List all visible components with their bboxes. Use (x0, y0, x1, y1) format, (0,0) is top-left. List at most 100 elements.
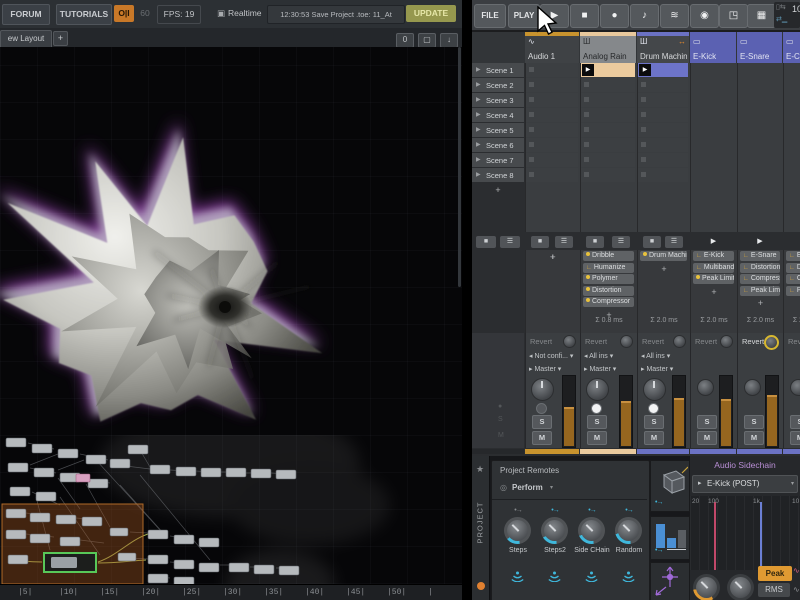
clip-slot[interactable] (581, 108, 635, 122)
clip-slot[interactable] (638, 138, 688, 152)
solo-button[interactable]: S (697, 415, 717, 429)
clip-slot[interactable]: ▶ (581, 63, 635, 77)
scene-row-3[interactable]: ▶Scene 3 (472, 93, 524, 107)
solo-button[interactable]: S (744, 415, 764, 429)
track-header-analog-rain[interactable]: ШAnalog Rain (580, 32, 636, 63)
clip-slot[interactable] (691, 168, 735, 182)
volume-fader[interactable] (562, 375, 576, 448)
mapping-target-icon[interactable] (548, 569, 561, 587)
forum-tab[interactable]: FORUM (2, 4, 50, 25)
peak-mode-button[interactable]: Peak (758, 566, 792, 581)
remote-knob-steps[interactable] (504, 517, 531, 544)
track-header-e-kick[interactable]: ▭E-Kick (690, 32, 736, 63)
volume-fader[interactable] (719, 375, 733, 448)
tempo-display[interactable]: ▯⇆ ⇄▁ 10 (774, 2, 800, 28)
record-arm-button[interactable] (591, 403, 602, 414)
device-type-icon[interactable]: ∟ (789, 288, 795, 294)
device-chip[interactable]: ∟E-Clap (786, 251, 800, 261)
modulator-steps-box[interactable]: •→ (650, 516, 690, 560)
device-chip[interactable]: ∟Distortion (740, 263, 780, 273)
clip-slot[interactable] (738, 123, 781, 137)
add-layout-button[interactable]: + (53, 31, 68, 46)
device-chip[interactable]: ∟Compressor (740, 274, 780, 284)
volume-fader[interactable] (672, 375, 686, 448)
clip-slot[interactable] (581, 93, 635, 107)
update-button[interactable]: UPDATE (406, 5, 456, 22)
volume-fader[interactable] (765, 375, 779, 448)
scene-row-5[interactable]: ▶Scene 5 (472, 123, 524, 137)
mute-button[interactable]: M (697, 431, 717, 445)
revert-sends-label[interactable]: Revert (642, 337, 664, 346)
clip-slot[interactable] (738, 168, 781, 182)
selected-green-node[interactable] (44, 553, 96, 572)
pan-knob[interactable] (531, 378, 554, 401)
clip-slot[interactable] (526, 63, 578, 77)
device-type-icon[interactable]: ∟ (696, 265, 702, 271)
selected-pink-node[interactable] (76, 474, 90, 482)
device-enable-dot[interactable] (643, 252, 647, 256)
sends-knob[interactable] (620, 335, 633, 348)
clip-slot[interactable] (784, 138, 800, 152)
scene-play-icon[interactable]: ▶ (476, 111, 481, 118)
controllers-button[interactable]: ◉ (690, 4, 719, 28)
revert-sends-label[interactable]: Revert (695, 337, 717, 346)
scene-row-1[interactable]: ▶Scene 1 (472, 63, 524, 77)
device-type-icon[interactable]: ∟ (696, 253, 702, 259)
scene-row-2[interactable]: ▶Scene 2 (472, 78, 524, 92)
pane-dock-button[interactable]: ↓ (440, 33, 458, 48)
clip-stop-button[interactable]: ■ (643, 236, 661, 248)
clip-slot[interactable] (784, 123, 800, 137)
clip-slot[interactable] (581, 153, 635, 167)
scene-play-icon[interactable]: ▶ (476, 171, 481, 178)
clip-stop-button[interactable]: ■ (586, 236, 604, 248)
scene-stop-button[interactable]: ■ (476, 236, 496, 248)
device-chip[interactable]: ∟Multiband ... (693, 263, 734, 273)
volume-fader[interactable] (619, 375, 633, 448)
clip-play-button[interactable]: ▶ (796, 236, 800, 248)
clip-slot[interactable] (526, 78, 578, 92)
clip-slot[interactable] (526, 93, 578, 107)
clip-slot[interactable] (738, 93, 781, 107)
device-type-icon[interactable]: ∟ (789, 265, 795, 271)
pane-zero-button[interactable]: 0 (396, 33, 414, 48)
add-device-button[interactable]: + (784, 298, 800, 308)
clip-slot[interactable] (638, 168, 688, 182)
scene-play-icon[interactable]: ▶ (476, 96, 481, 103)
clip-slot[interactable] (638, 93, 688, 107)
mixer-view-button[interactable]: ☰ (555, 236, 573, 248)
clip-slot[interactable]: ▶ (638, 63, 688, 77)
device-chip[interactable]: ∟Peak Limiter (740, 286, 780, 296)
clip-slot[interactable] (638, 108, 688, 122)
track-header-e-clap[interactable]: ▭E-Clap (783, 32, 800, 63)
pan-knob[interactable] (744, 379, 761, 396)
clip-slot[interactable] (691, 153, 735, 167)
remote-knob-side-chain[interactable] (578, 517, 605, 544)
device-chip[interactable]: Distortion (583, 286, 634, 296)
realtime-checkbox-icon[interactable]: ▣ (216, 5, 226, 22)
device-chip[interactable]: Drum Machine (640, 251, 687, 261)
project-panel-tab[interactable]: ★ PROJECT (472, 456, 490, 600)
clip-play-button[interactable]: ▶ (582, 64, 594, 76)
layout-tab[interactable]: ew Layout (0, 30, 52, 48)
track-header-e-snare[interactable]: ▭E-Snare (737, 32, 782, 63)
mute-button[interactable]: M (587, 431, 607, 445)
output-routing-selector[interactable]: ▸ Master ▾ (529, 365, 561, 373)
input-routing-selector[interactable]: ◂ Not confi... ▾ (529, 352, 573, 360)
sidechain-gain-knob[interactable] (693, 574, 720, 600)
mapping-target-icon[interactable] (585, 569, 598, 587)
clip-slot[interactable] (526, 168, 578, 182)
revert-sends-label[interactable]: Revert (788, 337, 800, 346)
clip-slot[interactable] (526, 108, 578, 122)
input-routing-selector[interactable]: ◂ All ins ▾ (584, 352, 613, 360)
add-device-button[interactable]: + (738, 298, 783, 308)
audio1-add-device-button[interactable]: + (525, 252, 580, 262)
mapping-target-icon[interactable] (511, 569, 524, 587)
clip-slot[interactable] (581, 123, 635, 137)
mute-button[interactable]: M (744, 431, 764, 445)
modulator-cube-box[interactable]: •→ (650, 460, 690, 512)
mute-button[interactable]: M (644, 431, 664, 445)
file-menu-button[interactable]: FILE (474, 4, 506, 28)
device-chip[interactable]: ∟Distortion (786, 263, 800, 273)
tutorials-tab[interactable]: TUTORIALS (56, 4, 112, 25)
device-type-icon[interactable]: ∟ (743, 265, 749, 271)
